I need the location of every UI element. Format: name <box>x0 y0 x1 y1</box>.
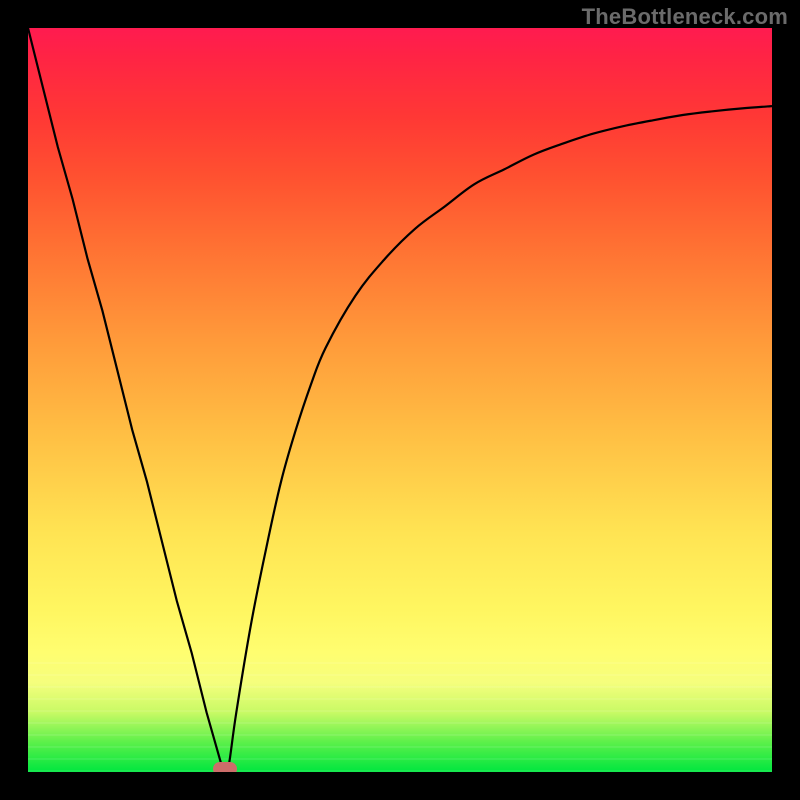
minimum-marker <box>213 762 237 772</box>
bottleneck-curve <box>28 28 772 772</box>
chart-frame: TheBottleneck.com <box>0 0 800 800</box>
plot-area <box>28 28 772 772</box>
watermark-text: TheBottleneck.com <box>582 4 788 30</box>
